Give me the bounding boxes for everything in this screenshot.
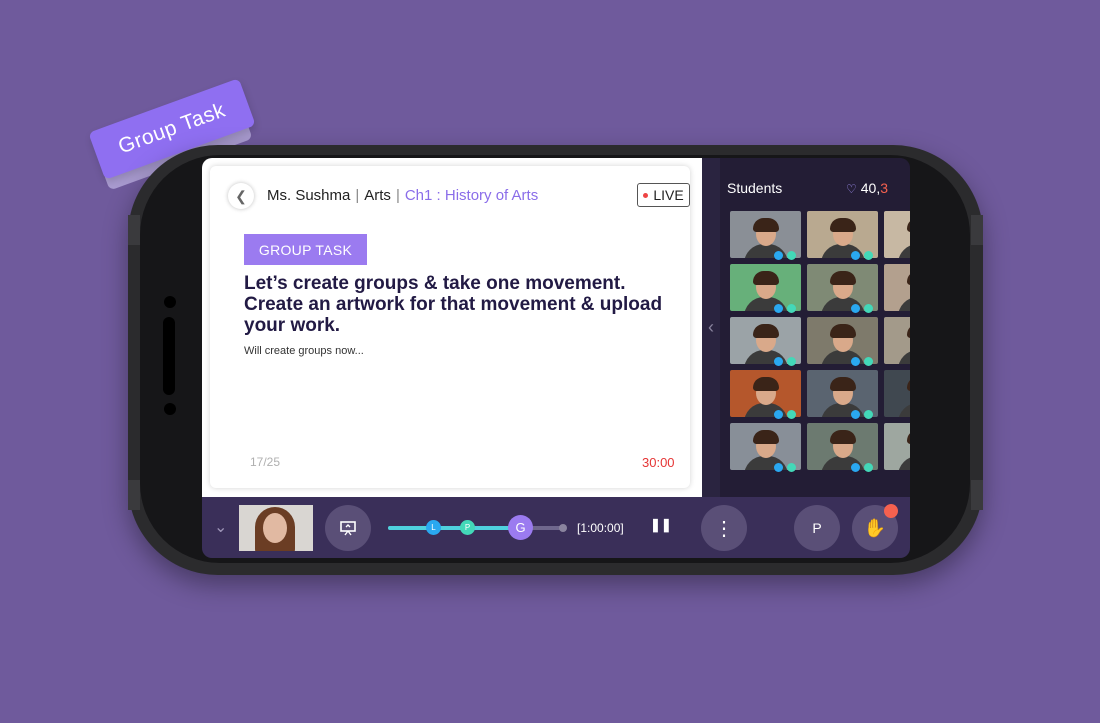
panel-collapse-handle[interactable]: ‹ xyxy=(702,158,720,497)
present-button[interactable] xyxy=(325,505,371,551)
student-hair xyxy=(753,377,779,391)
mic-status-dot xyxy=(774,410,783,419)
raise-hand-icon: ✋ xyxy=(863,517,887,538)
camera-status-dot xyxy=(864,304,873,313)
camera-status-dot xyxy=(787,251,796,260)
students-count-alert: 3 xyxy=(880,180,889,196)
progress-end-dot xyxy=(559,524,567,532)
chevron-left-icon: ❮ xyxy=(235,187,247,204)
student-video-tile[interactable] xyxy=(884,264,910,311)
elapsed-time: [1:00:00] xyxy=(577,521,624,535)
mic-status-dot xyxy=(851,357,860,366)
teacher-face xyxy=(263,513,287,543)
chevron-down-icon[interactable]: ⌄ xyxy=(214,517,227,537)
profile-button[interactable]: P xyxy=(794,505,840,551)
teacher-name: Ms. Sushma xyxy=(267,187,351,204)
phone-camera-top xyxy=(164,296,176,308)
phone-speaker xyxy=(163,317,175,395)
student-hair xyxy=(753,324,779,338)
task-subtitle: Will create groups now... xyxy=(244,345,364,357)
session-progress-track[interactable] xyxy=(388,526,564,530)
camera-status-dot xyxy=(864,463,873,472)
breadcrumb-separator: | xyxy=(355,187,360,204)
live-dot-icon xyxy=(643,192,649,198)
student-shoulders xyxy=(898,456,910,470)
camera-status-dot xyxy=(787,357,796,366)
mic-status-dot xyxy=(851,304,860,313)
live-label: LIVE xyxy=(653,187,684,203)
student-video-tile[interactable] xyxy=(884,370,910,417)
back-button[interactable]: ❮ xyxy=(228,183,254,209)
mic-status-dot xyxy=(851,410,860,419)
session-progress-fill xyxy=(388,526,526,530)
presentation-icon xyxy=(340,521,356,536)
chapter-name[interactable]: Ch1 : History of Arts xyxy=(405,187,538,204)
student-hair xyxy=(830,430,856,444)
mic-status-dot xyxy=(774,251,783,260)
phone-side-button-right-bottom xyxy=(971,480,983,510)
camera-status-dot xyxy=(787,304,796,313)
more-vertical-icon: ⋮ xyxy=(714,517,734,540)
student-shoulders xyxy=(898,244,910,258)
student-hair xyxy=(830,324,856,338)
student-video-tile[interactable] xyxy=(884,211,910,258)
students-title: Students xyxy=(727,180,783,196)
student-hair xyxy=(907,271,910,285)
mic-status-dot xyxy=(851,463,860,472)
chevron-left-icon: ‹ xyxy=(708,317,714,337)
student-hair xyxy=(907,324,910,338)
slide-card: ❮ Ms. Sushma | Arts | Ch1 : History of Arts … xyxy=(210,166,690,488)
bottom-control-bar: ⌄ L P G [1:00:00] ❚❚ ⋮ P ✋ xyxy=(202,497,910,558)
mic-status-dot xyxy=(774,357,783,366)
student-hair xyxy=(753,218,779,232)
task-title: Let’s create groups & take one movement.… xyxy=(244,273,663,336)
more-options-button[interactable]: ⋮ xyxy=(701,505,747,551)
student-hair xyxy=(753,271,779,285)
student-hair xyxy=(907,218,910,232)
app-screen: ❮ Ms. Sushma | Arts | Ch1 : History of Arts … xyxy=(202,158,910,558)
camera-status-dot xyxy=(787,410,796,419)
task-badge: GROUP TASK xyxy=(244,234,367,265)
student-hair xyxy=(907,377,910,391)
progress-node-p[interactable]: P xyxy=(460,520,475,535)
camera-status-dot xyxy=(787,463,796,472)
student-shoulders xyxy=(898,403,910,417)
camera-status-dot xyxy=(864,251,873,260)
mic-status-dot xyxy=(774,304,783,313)
students-panel: Students ♡ 40,3 xyxy=(720,158,910,497)
phone-side-button-right-top xyxy=(971,215,983,245)
phone-side-button-bottom xyxy=(128,480,140,510)
student-hair xyxy=(830,377,856,391)
student-video-tile[interactable] xyxy=(884,317,910,364)
pause-icon[interactable]: ❚❚ xyxy=(650,517,672,533)
breadcrumb-separator: | xyxy=(395,187,400,204)
task-timer: 30:00 xyxy=(642,455,675,470)
slide-area: ❮ Ms. Sushma | Arts | Ch1 : History of Arts … xyxy=(202,158,702,497)
phone-side-button-top xyxy=(128,215,140,245)
student-hair xyxy=(907,430,910,444)
person-icon: ♡ xyxy=(846,182,857,196)
progress-node-l[interactable]: L xyxy=(426,520,441,535)
progress-node-g[interactable]: G xyxy=(508,515,533,540)
live-badge: LIVE xyxy=(637,183,690,207)
mic-status-dot xyxy=(851,251,860,260)
phone-camera-bottom xyxy=(164,403,176,415)
mic-status-dot xyxy=(774,463,783,472)
student-hair xyxy=(830,218,856,232)
camera-status-dot xyxy=(864,410,873,419)
student-shoulders xyxy=(898,297,910,311)
breadcrumb: Ms. Sushma | Arts | Ch1 : History of Arts xyxy=(267,187,538,204)
notification-dot xyxy=(884,504,898,518)
students-count: ♡ 40,3 xyxy=(846,180,888,196)
camera-status-dot xyxy=(864,357,873,366)
subject-name: Arts xyxy=(364,187,391,204)
teacher-video-thumbnail[interactable] xyxy=(239,505,313,551)
students-count-main: 40, xyxy=(860,180,881,196)
student-video-tile[interactable] xyxy=(884,423,910,470)
student-shoulders xyxy=(898,350,910,364)
page-counter: 17/25 xyxy=(250,455,281,469)
student-hair xyxy=(753,430,779,444)
student-hair xyxy=(830,271,856,285)
